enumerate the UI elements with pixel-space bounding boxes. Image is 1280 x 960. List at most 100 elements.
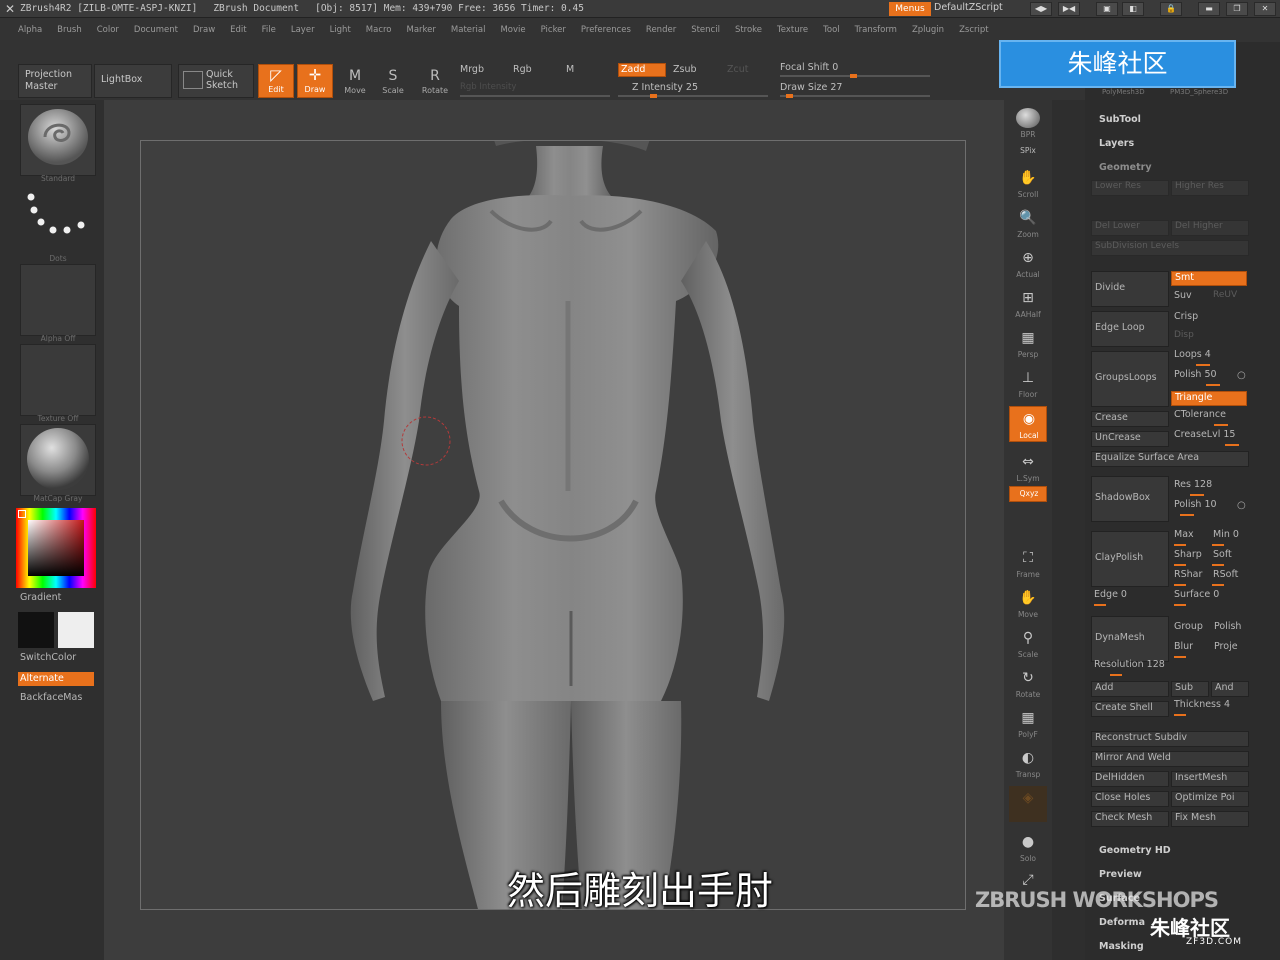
color-picker-square[interactable] xyxy=(28,520,84,576)
edge-loop-button[interactable]: Edge Loop xyxy=(1091,311,1169,347)
create-shell-button[interactable]: Create Shell xyxy=(1091,701,1169,717)
fix-mesh-button[interactable]: Fix Mesh xyxy=(1171,811,1249,827)
shadowbox-circle-icon[interactable]: ○ xyxy=(1237,500,1246,511)
and-button[interactable]: And xyxy=(1211,681,1249,697)
stroke-thumbnail[interactable] xyxy=(20,184,96,256)
rgb-intensity-slider[interactable]: Rgb Intensity xyxy=(460,82,516,92)
menus-button[interactable]: Menus xyxy=(889,2,931,16)
menu-alpha[interactable]: Alpha xyxy=(18,25,42,35)
menu-layer[interactable]: Layer xyxy=(291,25,315,35)
sharp-slider[interactable]: Sharp xyxy=(1171,549,1209,563)
zadd-button[interactable]: Zadd xyxy=(618,63,666,77)
menu-brush[interactable]: Brush xyxy=(57,25,82,35)
freeze-subdivision-button[interactable]: SubDivision Levels xyxy=(1091,240,1249,256)
lower-res-button[interactable]: Lower Res xyxy=(1091,180,1169,196)
menu-picker[interactable]: Picker xyxy=(541,25,566,35)
pm3d-sphere-label[interactable]: PM3D_Sphere3D xyxy=(1170,88,1228,96)
surface-slider[interactable]: Surface 0 xyxy=(1171,589,1247,603)
gradient-label[interactable]: Gradient xyxy=(20,592,61,603)
backface-mask-button[interactable]: BackfaceMas xyxy=(20,692,82,703)
document-canvas[interactable] xyxy=(140,140,966,910)
m-button[interactable]: M xyxy=(566,64,574,75)
menu-draw[interactable]: Draw xyxy=(193,25,215,35)
menu-document[interactable]: Document xyxy=(134,25,178,35)
menu-color[interactable]: Color xyxy=(97,25,119,35)
focal-shift-knob[interactable] xyxy=(850,74,857,78)
scroll-left-icon[interactable]: ◀▶ xyxy=(1030,2,1052,16)
texture-thumbnail[interactable] xyxy=(20,344,96,416)
smt-toggle[interactable]: Smt xyxy=(1171,271,1247,286)
menu-texture[interactable]: Texture xyxy=(777,25,808,35)
lock-icon[interactable]: 🔒 xyxy=(1160,2,1182,16)
mirror-and-weld-button[interactable]: Mirror And Weld xyxy=(1091,751,1249,767)
groups-loops-button[interactable]: GroupsLoops xyxy=(1091,351,1169,407)
rsharp-slider[interactable]: RShar xyxy=(1171,569,1209,583)
menu-file[interactable]: File xyxy=(262,25,276,35)
reuv-button[interactable]: ReUV xyxy=(1210,290,1248,306)
geometry-subpalette[interactable]: Geometry xyxy=(1099,162,1152,173)
edit-button[interactable]: ◸ Edit xyxy=(258,64,294,98)
lsym-button[interactable]: ⇔ L.Sym xyxy=(1009,450,1047,486)
zoom-button[interactable]: 🔍 Zoom xyxy=(1009,206,1047,242)
move-view-button[interactable]: ✋ Move xyxy=(1009,586,1047,622)
rotate-view-button[interactable]: ↻ Rotate xyxy=(1009,666,1047,702)
scale-tool-button[interactable]: S Scale xyxy=(376,66,410,95)
focal-shift-slider[interactable]: Focal Shift 0 xyxy=(780,62,838,73)
menu-render[interactable]: Render xyxy=(646,25,676,35)
dynamesh-project-toggle[interactable]: Proje xyxy=(1211,641,1249,655)
scale-view-button[interactable]: ⚲ Scale xyxy=(1009,626,1047,662)
qxyz-button[interactable]: Qxyz xyxy=(1009,486,1047,502)
shadowbox-button[interactable]: ShadowBox xyxy=(1091,476,1169,522)
insertmesh-button[interactable]: InsertMesh xyxy=(1171,771,1249,787)
menu-material[interactable]: Material xyxy=(451,25,486,35)
masking-subpalette[interactable]: Masking xyxy=(1099,941,1144,952)
layout-icon[interactable]: ▣ xyxy=(1096,2,1118,16)
color-picker-marker[interactable] xyxy=(18,510,26,518)
suv-toggle[interactable]: Suv xyxy=(1171,290,1209,306)
draw-size-slider[interactable]: Draw Size 27 xyxy=(780,82,842,93)
rotate-tool-button[interactable]: R Rotate xyxy=(418,66,452,95)
local-button[interactable]: ◉ Local xyxy=(1009,406,1047,442)
spix-slider[interactable]: SPix xyxy=(1009,144,1047,162)
bpr-button[interactable]: BPR xyxy=(1009,106,1047,142)
rsoft-slider[interactable]: RSoft xyxy=(1210,569,1248,583)
min-slider[interactable]: Min 0 xyxy=(1210,529,1248,543)
draw-size-knob[interactable] xyxy=(786,94,793,98)
polymesh3d-label[interactable]: PolyMesh3D xyxy=(1102,88,1145,96)
alternate-button[interactable]: Alternate xyxy=(18,672,94,686)
menu-marker[interactable]: Marker xyxy=(407,25,436,35)
floor-button[interactable]: ⊥ Floor xyxy=(1009,366,1047,402)
menu-macro[interactable]: Macro xyxy=(366,25,392,35)
frame-button[interactable]: ⛶ Frame xyxy=(1009,546,1047,582)
layers-subpalette[interactable]: Layers xyxy=(1099,138,1134,149)
transp-button[interactable]: ◐ Transp xyxy=(1009,746,1047,782)
res-128-slider[interactable]: Res 128 xyxy=(1171,479,1247,493)
polish-10-slider[interactable]: Polish 10 xyxy=(1171,499,1247,513)
quick-sketch-button[interactable]: Quick Sketch xyxy=(178,64,254,98)
actual-button[interactable]: ⊕ Actual xyxy=(1009,246,1047,282)
color-picker[interactable] xyxy=(16,508,96,588)
sub-button[interactable]: Sub xyxy=(1171,681,1209,697)
higher-res-button[interactable]: Higher Res xyxy=(1171,180,1249,196)
crease-button[interactable]: Crease xyxy=(1091,411,1169,427)
mrgb-button[interactable]: Mrgb xyxy=(460,64,484,75)
menu-edit[interactable]: Edit xyxy=(230,25,246,35)
rgb-button[interactable]: Rgb xyxy=(513,64,532,75)
close-icon[interactable]: ✕ xyxy=(1254,2,1276,16)
dynamesh-resolution-slider[interactable]: Resolution 128 xyxy=(1091,659,1249,673)
divide-button[interactable]: Divide xyxy=(1091,271,1169,307)
dynamesh-group-toggle[interactable]: Group xyxy=(1171,621,1209,635)
uncrease-button[interactable]: UnCrease xyxy=(1091,431,1169,447)
add-button[interactable]: Add xyxy=(1091,681,1169,697)
menu-transform[interactable]: Transform xyxy=(855,25,897,35)
triangle-toggle[interactable]: Triangle xyxy=(1171,391,1247,406)
polish-50-slider[interactable]: Polish 50 xyxy=(1171,369,1247,383)
menu-stroke[interactable]: Stroke xyxy=(735,25,762,35)
claypolish-button[interactable]: ClayPolish xyxy=(1091,531,1169,587)
menu-preferences[interactable]: Preferences xyxy=(581,25,631,35)
dynamesh-polish-toggle[interactable]: Polish xyxy=(1211,621,1249,635)
scroll-right-icon[interactable]: ▶◀ xyxy=(1058,2,1080,16)
lightbox-button[interactable]: LightBox xyxy=(94,64,172,98)
default-zscript-button[interactable]: DefaultZScript xyxy=(934,2,1003,13)
color-scheme-icon[interactable]: ◧ xyxy=(1122,2,1144,16)
